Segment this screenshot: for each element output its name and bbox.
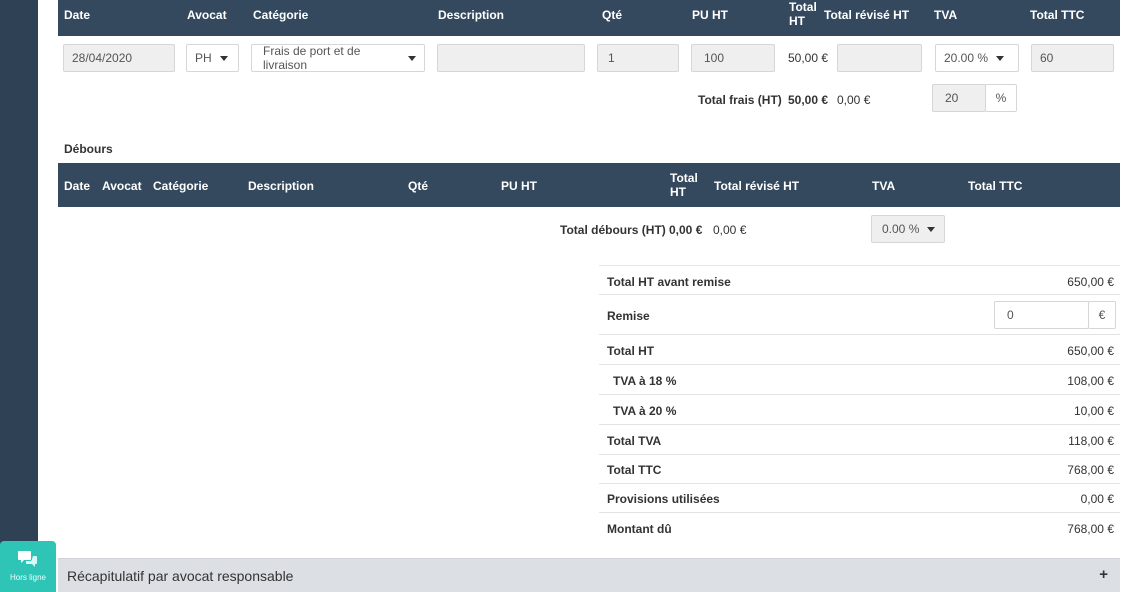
summary-row-provisions: Provisions utilisées 0,00 € [599, 484, 1120, 513]
summary-label: Montant dû [607, 522, 672, 536]
col-pu-ht: PU HT [692, 8, 728, 22]
summary-value: 768,00 € [1067, 522, 1114, 536]
tva-select[interactable]: 20.00 % [935, 44, 1019, 72]
summary-label: TVA à 20 % [613, 404, 677, 418]
col-total-ht: Total HT [789, 0, 817, 28]
col-description: Description [248, 179, 315, 193]
total-ttc-field[interactable]: 60 [1031, 44, 1114, 72]
col-qte: Qté [408, 179, 429, 193]
summary-row-total-ttc: Total TTC 768,00 € [599, 455, 1120, 484]
col-avocat: Avocat [187, 8, 227, 22]
col-total-ht-line2: HT [789, 14, 805, 28]
description-field[interactable] [437, 44, 585, 72]
recap-title: Récapitulatif par avocat responsable [67, 568, 294, 584]
summary-label: Total HT avant remise [607, 275, 731, 289]
categorie-select[interactable]: Frais de port et de livraison [251, 44, 425, 72]
avocat-select[interactable]: PH [186, 44, 239, 72]
chevron-down-icon [927, 226, 936, 232]
chevron-down-icon [996, 55, 1005, 61]
debours-tva-select[interactable]: 0.00 % [871, 215, 945, 243]
summary-row-tva-20: TVA à 20 % 10,00 € [599, 395, 1120, 425]
col-total-ht: Total HT [670, 171, 698, 199]
col-total-ttc: Total TTC [968, 179, 1023, 193]
summary-value: 10,00 € [1073, 404, 1114, 418]
col-total-ht-line1: Total [789, 0, 817, 14]
summary-value: 0,00 € [1080, 492, 1114, 506]
remise-input[interactable]: 0 [994, 301, 1089, 329]
col-date: Date [64, 8, 91, 22]
remise-currency-addon: € [1088, 301, 1116, 329]
left-sidebar [0, 0, 38, 592]
summary-label: Total HT [607, 344, 655, 358]
summary-value: 650,00 € [1067, 344, 1114, 358]
col-total-ttc: Total TTC [1030, 8, 1085, 22]
summary-row-total-ht: Total HT 650,00 € [599, 335, 1120, 365]
total-debours-value: 0,00 € [669, 223, 703, 237]
col-pu-ht: PU HT [501, 179, 537, 193]
summary-label: Provisions utilisées [607, 492, 720, 506]
chevron-down-icon [219, 55, 228, 61]
summary-row-montant-du: Montant dû 768,00 € [599, 513, 1120, 543]
summary-row-remise: Remise 0 € [599, 295, 1120, 335]
tva-select-value: 20.00 % [944, 51, 989, 65]
debours-section-title: Débours [64, 142, 113, 156]
col-qte: Qté [602, 8, 623, 22]
chat-bubbles-icon [18, 551, 37, 567]
qte-field[interactable]: 1 [597, 44, 679, 72]
summary-label: TVA à 18 % [613, 374, 677, 388]
col-description: Description [438, 8, 505, 22]
total-ht-value: 50,00 € [788, 51, 829, 65]
debours-table-header: Date Avocat Catégorie Description Qté PU… [58, 163, 1120, 207]
summary-label: Total TTC [607, 463, 662, 477]
chat-widget-button[interactable]: Hors ligne [0, 541, 56, 592]
total-revise-ht-field[interactable] [837, 44, 922, 72]
col-date: Date [64, 179, 91, 193]
main-content: Date Avocat Catégorie Description Qté PU… [38, 0, 1144, 592]
summary-value: 650,00 € [1067, 275, 1114, 289]
summary-row-total-tva: Total TVA 118,00 € [599, 425, 1120, 455]
summary-row-tva-18: TVA à 18 % 108,00 € [599, 365, 1120, 395]
col-total-ht-line1: Total [670, 171, 698, 185]
summary-label: Remise [607, 309, 650, 323]
debours-tva-select-value: 0.00 % [882, 222, 920, 236]
col-total-ht-line2: HT [670, 185, 686, 199]
summary-value: 118,00 € [1068, 434, 1114, 448]
pu-ht-field[interactable]: 100 [691, 44, 775, 72]
percent-addon: % [985, 84, 1017, 112]
summary-row-total-ht-avant-remise: Total HT avant remise 650,00 € [599, 265, 1120, 295]
total-debours-label: Total débours (HT) [560, 223, 666, 237]
total-debours-revise: 0,00 € [713, 223, 747, 237]
total-frais-revise: 0,00 € [837, 93, 871, 107]
summary-value: 768,00 € [1067, 463, 1114, 477]
summary-label: Total TVA [607, 434, 662, 448]
chevron-down-icon [408, 55, 416, 61]
col-tva: TVA [872, 179, 896, 193]
col-total-revise-ht: Total révisé HT [714, 179, 800, 193]
date-field[interactable]: 28/04/2020 [63, 44, 175, 72]
categorie-select-value: Frais de port et de livraison [263, 44, 361, 72]
total-frais-label: Total frais (HT) [698, 93, 782, 107]
col-avocat: Avocat [102, 179, 142, 193]
summary-value: 108,00 € [1067, 374, 1114, 388]
total-frais-value: 50,00 € [788, 93, 829, 107]
col-total-revise-ht: Total révisé HT [824, 8, 910, 22]
col-categorie: Catégorie [153, 179, 209, 193]
expand-plus-icon[interactable]: + [1099, 566, 1108, 583]
recap-avocat-panel-header[interactable]: Récapitulatif par avocat responsable + [58, 558, 1120, 592]
chat-status-label: Hors ligne [9, 573, 46, 582]
frais-table-header: Date Avocat Catégorie Description Qté PU… [58, 0, 1120, 36]
avocat-select-value: PH [195, 51, 212, 65]
col-tva: TVA [934, 8, 958, 22]
percent-input[interactable]: 20 [932, 84, 986, 112]
col-categorie: Catégorie [253, 8, 309, 22]
